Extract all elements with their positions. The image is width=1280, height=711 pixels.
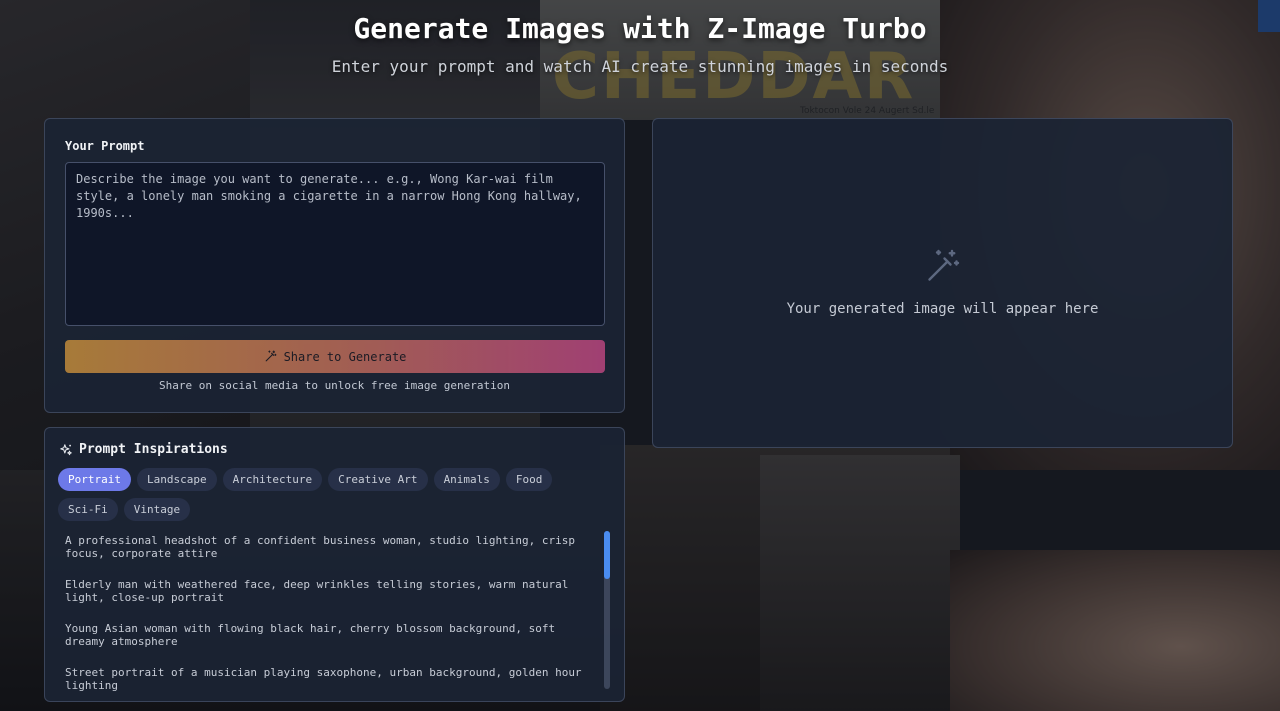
inspiration-list: A professional headshot of a confident b… (65, 534, 595, 701)
share-to-generate-button[interactable]: Share to Generate (65, 340, 605, 373)
inspiration-item[interactable]: Elderly man with weathered face, deep wr… (65, 578, 595, 604)
share-hint: Share on social media to unlock free ima… (159, 379, 510, 392)
scrollbar-thumb[interactable] (604, 531, 610, 579)
tab-sci-fi[interactable]: Sci-Fi (58, 498, 118, 521)
result-placeholder-text: Your generated image will appear here (786, 301, 1099, 317)
magic-wand-icon (928, 249, 960, 281)
tab-landscape[interactable]: Landscape (136, 468, 217, 491)
prompt-panel: Your Prompt Share to Generate Share on s… (44, 118, 625, 413)
page-subtitle: Enter your prompt and watch AI create st… (331, 57, 949, 76)
page-title: Generate Images with Z-Image Turbo (353, 12, 927, 45)
tab-architecture[interactable]: Architecture (222, 468, 323, 491)
inspiration-item[interactable]: Street portrait of a musician playing sa… (65, 666, 595, 692)
prompt-inspirations-panel: Prompt Inspirations Portrait Landscape A… (44, 427, 625, 702)
inspirations-title: Prompt Inspirations (79, 442, 228, 457)
inspiration-scrollbar[interactable] (604, 531, 610, 689)
prompt-label: Your Prompt (65, 139, 145, 153)
magic-wand-icon (265, 350, 277, 362)
share-to-generate-label: Share to Generate (283, 349, 407, 364)
inspiration-item[interactable]: Young Asian woman with flowing black hai… (65, 622, 595, 648)
tab-creative-art[interactable]: Creative Art (328, 468, 428, 491)
inspirations-header: Prompt Inspirations (59, 442, 228, 457)
tab-vintage[interactable]: Vintage (123, 498, 191, 521)
result-panel: Your generated image will appear here (652, 118, 1233, 448)
inspiration-item[interactable]: A professional headshot of a confident b… (65, 534, 595, 560)
tab-portrait[interactable]: Portrait (58, 468, 131, 491)
tab-food[interactable]: Food (505, 468, 553, 491)
prompt-input[interactable] (65, 162, 605, 326)
main-content: Generate Images with Z-Image Turbo Enter… (0, 0, 1280, 711)
sparkles-icon (60, 443, 72, 455)
category-tabs: Portrait Landscape Architecture Creative… (58, 468, 598, 521)
tab-animals[interactable]: Animals (433, 468, 500, 491)
